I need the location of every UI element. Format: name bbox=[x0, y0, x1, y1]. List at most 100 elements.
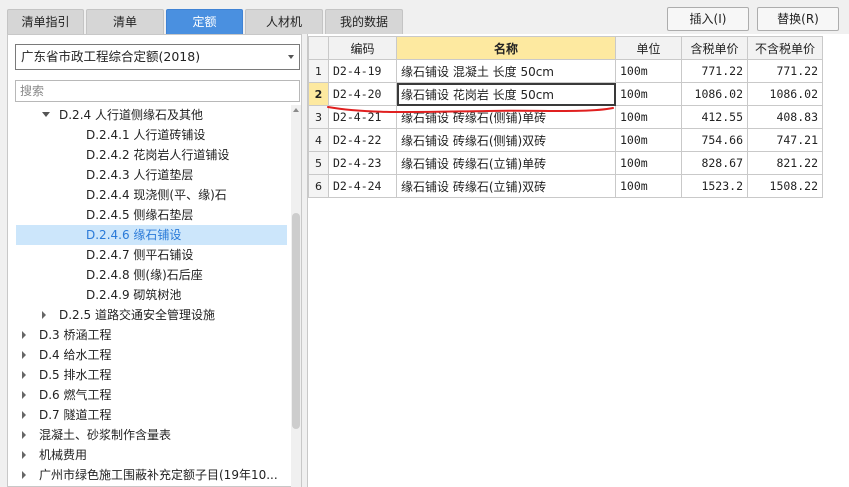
col-header-index bbox=[308, 36, 329, 60]
table-row[interactable]: 1 D2-4-19 缘石铺设 混凝土 长度 50cm 100m 771.22 771.22 bbox=[308, 59, 823, 83]
row-index[interactable]: 4 bbox=[308, 128, 329, 152]
chevron-right-icon[interactable] bbox=[22, 471, 26, 479]
cell-price-notax[interactable]: 1508.22 bbox=[747, 174, 823, 198]
tree-node[interactable]: D.7 隧道工程 bbox=[16, 405, 287, 425]
tab-my-data[interactable]: 我的数据 bbox=[325, 9, 403, 34]
table-header-row: 编码 名称 单位 含税单价 不含税单价 bbox=[308, 36, 823, 60]
col-header-unit[interactable]: 单位 bbox=[615, 36, 682, 60]
table-row[interactable]: 2 D2-4-20 缘石铺设 花岗岩 长度 50cm 100m 1086.02 1086.… bbox=[308, 82, 823, 106]
tree-node[interactable]: D.2.4.6 缘石铺设 bbox=[16, 225, 287, 245]
cell-price-tax[interactable]: 1086.02 bbox=[681, 82, 748, 106]
tab-bill[interactable]: 清单 bbox=[86, 9, 164, 34]
cell-price-tax[interactable]: 754.66 bbox=[681, 128, 748, 152]
tree-node-label: D.2.4.8 侧(缘)石后座 bbox=[86, 268, 203, 282]
table-row[interactable]: 3 D2-4-21 缘石铺设 砖缘石(侧铺)单砖 100m 412.55 408.83 bbox=[308, 105, 823, 129]
tree-node[interactable]: D.2.5 道路交通安全管理设施 bbox=[16, 305, 287, 325]
tab-bill-guide[interactable]: 清单指引 bbox=[7, 9, 84, 34]
search-input[interactable] bbox=[15, 80, 300, 102]
col-header-name[interactable]: 名称 bbox=[396, 36, 616, 60]
tree-node[interactable]: D.5 排水工程 bbox=[16, 365, 287, 385]
cell-unit[interactable]: 100m bbox=[615, 105, 682, 129]
cell-code[interactable]: D2-4-21 bbox=[328, 105, 397, 129]
replace-button[interactable]: 替换(R) bbox=[757, 7, 839, 31]
cell-name[interactable]: 缘石铺设 混凝土 长度 50cm bbox=[396, 59, 616, 83]
chevron-right-icon[interactable] bbox=[22, 351, 26, 359]
tree-scrollbar[interactable] bbox=[291, 105, 301, 487]
chevron-right-icon[interactable] bbox=[22, 431, 26, 439]
cell-price-notax[interactable]: 408.83 bbox=[747, 105, 823, 129]
table-row[interactable]: 5 D2-4-23 缘石铺设 砖缘石(立铺)单砖 100m 828.67 821.22 bbox=[308, 151, 823, 175]
library-select-value: 广东省市政工程综合定额(2018) bbox=[21, 49, 201, 64]
tree-node[interactable]: D.6 燃气工程 bbox=[16, 385, 287, 405]
tab-quota[interactable]: 定额 bbox=[166, 9, 243, 34]
chevron-right-icon[interactable] bbox=[42, 311, 46, 319]
insert-button[interactable]: 插入(I) bbox=[667, 7, 749, 31]
scroll-up-icon[interactable] bbox=[293, 108, 299, 112]
chevron-right-icon[interactable] bbox=[22, 451, 26, 459]
cell-price-tax[interactable]: 828.67 bbox=[681, 151, 748, 175]
cell-price-tax[interactable]: 412.55 bbox=[681, 105, 748, 129]
cell-price-notax[interactable]: 1086.02 bbox=[747, 82, 823, 106]
tree-node-label: D.3 桥涵工程 bbox=[39, 328, 112, 342]
tree-node[interactable]: D.2.4 人行道侧缘石及其他 bbox=[16, 105, 287, 125]
cell-price-tax[interactable]: 771.22 bbox=[681, 59, 748, 83]
table-row[interactable]: 4 D2-4-22 缘石铺设 砖缘石(侧铺)双砖 100m 754.66 747.21 bbox=[308, 128, 823, 152]
tree-node[interactable]: 混凝土、砂浆制作含量表 bbox=[16, 425, 287, 445]
cell-price-notax[interactable]: 771.22 bbox=[747, 59, 823, 83]
tree-node-label: D.6 燃气工程 bbox=[39, 388, 112, 402]
chevron-down-icon[interactable] bbox=[42, 112, 50, 117]
cell-name[interactable]: 缘石铺设 花岗岩 长度 50cm bbox=[396, 82, 616, 106]
chevron-right-icon[interactable] bbox=[22, 391, 26, 399]
table-row[interactable]: 6 D2-4-24 缘石铺设 砖缘石(立铺)双砖 100m 1523.2 1508.22 bbox=[308, 174, 823, 198]
row-index[interactable]: 2 bbox=[308, 82, 329, 106]
tree-node[interactable]: D.2.4.7 侧平石铺设 bbox=[16, 245, 287, 265]
tree-node[interactable]: D.2.4.4 现浇侧(平、缘)石 bbox=[16, 185, 287, 205]
cell-name[interactable]: 缘石铺设 砖缘石(侧铺)双砖 bbox=[396, 128, 616, 152]
library-select[interactable]: 广东省市政工程综合定额(2018) bbox=[15, 44, 300, 70]
cell-code[interactable]: D2-4-20 bbox=[328, 82, 397, 106]
cell-unit[interactable]: 100m bbox=[615, 128, 682, 152]
cell-unit[interactable]: 100m bbox=[615, 151, 682, 175]
tree-node[interactable]: D.2.4.5 侧缘石垫层 bbox=[16, 205, 287, 225]
cell-price-notax[interactable]: 821.22 bbox=[747, 151, 823, 175]
cell-name[interactable]: 缘石铺设 砖缘石(立铺)双砖 bbox=[396, 174, 616, 198]
col-header-code[interactable]: 编码 bbox=[328, 36, 397, 60]
tree-node[interactable]: D.2.4.2 花岗岩人行道铺设 bbox=[16, 145, 287, 165]
tree-node[interactable]: D.2.4.3 人行道垫层 bbox=[16, 165, 287, 185]
cell-price-notax[interactable]: 747.21 bbox=[747, 128, 823, 152]
tree-node-label: 机械费用 bbox=[39, 448, 88, 462]
chevron-right-icon[interactable] bbox=[22, 331, 26, 339]
row-index[interactable]: 1 bbox=[308, 59, 329, 83]
cell-unit[interactable]: 100m bbox=[615, 174, 682, 198]
tab-labor-material-machine[interactable]: 人材机 bbox=[245, 9, 323, 34]
col-header-price-tax[interactable]: 含税单价 bbox=[681, 36, 748, 60]
cell-name[interactable]: 缘石铺设 砖缘石(侧铺)单砖 bbox=[396, 105, 616, 129]
tree-node-label: D.2.4.9 砌筑树池 bbox=[86, 288, 182, 302]
tree-node[interactable]: 广州市绿色施工围蔽补充定额子目(19年10... bbox=[16, 465, 287, 485]
row-index[interactable]: 5 bbox=[308, 151, 329, 175]
quota-table: 编码 名称 单位 含税单价 不含税单价 1 D2-4-19 缘石铺设 混凝土 长度 … bbox=[308, 36, 823, 198]
row-index[interactable]: 6 bbox=[308, 174, 329, 198]
quota-grid: 编码 名称 单位 含税单价 不含税单价 1 D2-4-19 缘石铺设 混凝土 长度 … bbox=[307, 34, 849, 487]
cell-code[interactable]: D2-4-22 bbox=[328, 128, 397, 152]
cell-unit[interactable]: 100m bbox=[615, 59, 682, 83]
col-header-price-notax[interactable]: 不含税单价 bbox=[747, 36, 823, 60]
tree-node[interactable]: D.4 给水工程 bbox=[16, 345, 287, 365]
cell-code[interactable]: D2-4-23 bbox=[328, 151, 397, 175]
tree-node[interactable]: D.3 桥涵工程 bbox=[16, 325, 287, 345]
cell-price-tax[interactable]: 1523.2 bbox=[681, 174, 748, 198]
chevron-down-icon bbox=[288, 55, 294, 59]
chevron-right-icon[interactable] bbox=[22, 371, 26, 379]
tree-node[interactable]: 机械费用 bbox=[16, 445, 287, 465]
cell-code[interactable]: D2-4-24 bbox=[328, 174, 397, 198]
chevron-right-icon[interactable] bbox=[22, 411, 26, 419]
cell-code[interactable]: D2-4-19 bbox=[328, 59, 397, 83]
tree-node[interactable]: D.2.4.8 侧(缘)石后座 bbox=[16, 265, 287, 285]
scrollbar-thumb[interactable] bbox=[292, 213, 300, 429]
cell-unit[interactable]: 100m bbox=[615, 82, 682, 106]
row-index[interactable]: 3 bbox=[308, 105, 329, 129]
tree-node-label: D.2.4.1 人行道砖铺设 bbox=[86, 128, 206, 142]
tree-node[interactable]: D.2.4.1 人行道砖铺设 bbox=[16, 125, 287, 145]
cell-name[interactable]: 缘石铺设 砖缘石(立铺)单砖 bbox=[396, 151, 616, 175]
tree-node[interactable]: D.2.4.9 砌筑树池 bbox=[16, 285, 287, 305]
